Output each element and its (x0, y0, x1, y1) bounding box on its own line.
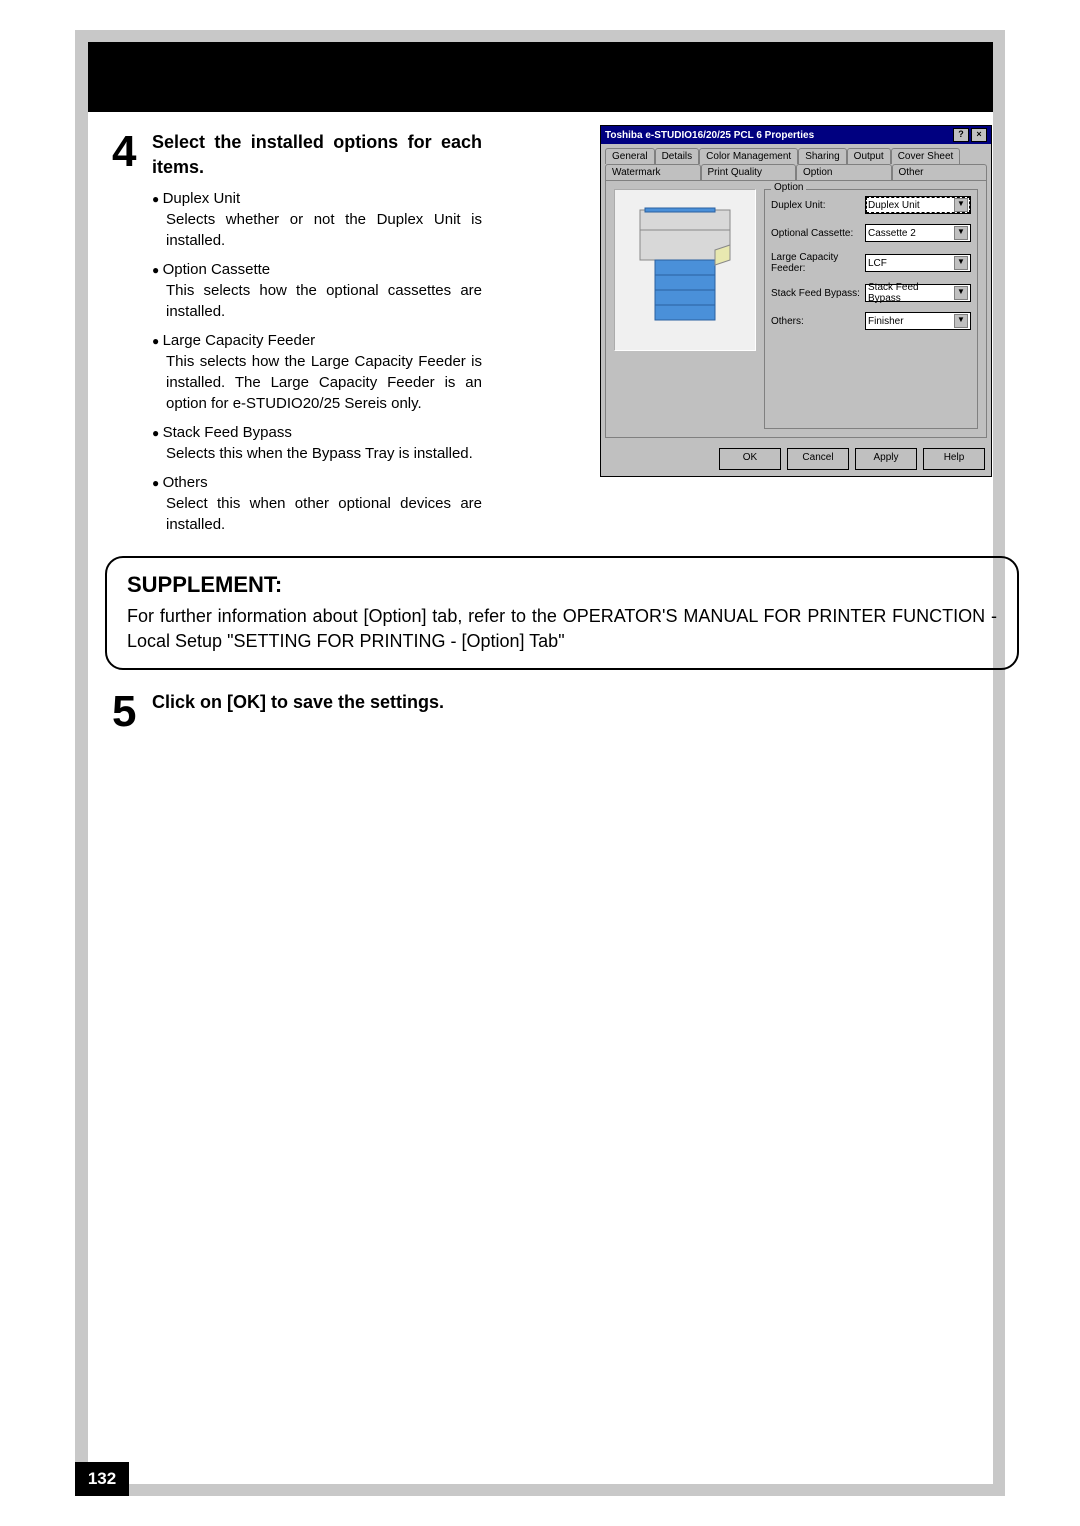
dialog-titlebar: Toshiba e-STUDIO16/20/25 PCL 6 Propertie… (601, 126, 991, 144)
option-label: Stack Feed Bypass: (771, 288, 861, 299)
chevron-down-icon: ▼ (954, 286, 968, 300)
printer-preview (614, 189, 756, 351)
step-number: 5 (112, 690, 142, 734)
header-bar (88, 42, 993, 112)
bullet-desc: Selects whether or not the Duplex Unit i… (166, 209, 482, 251)
cancel-button[interactable]: Cancel (787, 448, 849, 470)
others-select[interactable]: Finisher ▼ (865, 312, 971, 330)
option-row-bypass: Stack Feed Bypass: Stack Feed Bypass ▼ (771, 284, 971, 302)
manual-page: 4 Select the installed options for each … (0, 0, 1080, 1526)
dialog-button-row: OK Cancel Apply Help (601, 442, 991, 476)
select-value: LCF (868, 258, 887, 269)
tab-color-management[interactable]: Color Management (699, 148, 798, 164)
printer-icon (615, 190, 755, 350)
supplement-box: SUPPLEMENT: For further information abou… (105, 556, 1019, 670)
chevron-down-icon: ▼ (954, 226, 968, 240)
dialog-title-text: Toshiba e-STUDIO16/20/25 PCL 6 Propertie… (605, 130, 814, 141)
option-label: Duplex Unit: (771, 200, 861, 211)
step-title: Select the installed options for each it… (152, 130, 482, 180)
bullet-desc: This selects how the Large Capacity Feed… (166, 351, 482, 414)
bullet-item: Option Cassette This selects how the opt… (152, 261, 482, 322)
option-label: Others: (771, 316, 861, 327)
tab-details[interactable]: Details (655, 148, 700, 164)
select-value: Stack Feed Bypass (868, 282, 954, 304)
option-row-duplex: Duplex Unit: Duplex Unit ▼ (771, 196, 971, 214)
apply-button[interactable]: Apply (855, 448, 917, 470)
option-group: Option Duplex Unit: Duplex Unit ▼ Option… (764, 189, 978, 429)
option-row-others: Others: Finisher ▼ (771, 312, 971, 330)
step-body: Select the installed options for each it… (152, 130, 482, 545)
tab-strip: General Details Color Management Sharing… (601, 144, 991, 180)
step-number: 4 (112, 130, 142, 545)
page-number-badge: 132 (75, 1462, 129, 1496)
bullet-list: Duplex Unit Selects whether or not the D… (152, 190, 482, 535)
tab-other[interactable]: Other (892, 164, 988, 180)
option-label: Large Capacity Feeder: (771, 252, 861, 274)
help-button[interactable]: Help (923, 448, 985, 470)
tab-option[interactable]: Option (796, 164, 892, 180)
dialog-body: Option Duplex Unit: Duplex Unit ▼ Option… (605, 180, 987, 438)
large-capacity-feeder-select[interactable]: LCF ▼ (865, 254, 971, 272)
select-value: Cassette 2 (868, 228, 916, 239)
ok-button[interactable]: OK (719, 448, 781, 470)
supplement-body: For further information about [Option] t… (127, 604, 997, 654)
dialog-title-buttons: ? × (953, 128, 987, 142)
bullet-desc: This selects how the optional cassettes … (166, 280, 482, 322)
bullet-item: Stack Feed Bypass Selects this when the … (152, 424, 482, 464)
tab-watermark[interactable]: Watermark (605, 164, 701, 180)
tab-sharing[interactable]: Sharing (798, 148, 846, 164)
bullet-item: Duplex Unit Selects whether or not the D… (152, 190, 482, 251)
tab-output[interactable]: Output (847, 148, 891, 164)
step-body: Click on [OK] to save the settings. (152, 690, 812, 734)
step-title: Click on [OK] to save the settings. (152, 690, 812, 715)
bullet-desc: Select this when other optional devices … (166, 493, 482, 535)
bullet-item: Large Capacity Feeder This selects how t… (152, 332, 482, 414)
chevron-down-icon: ▼ (954, 314, 968, 328)
select-value: Finisher (868, 316, 904, 327)
step-4: 4 Select the installed options for each … (112, 130, 482, 545)
optional-cassette-select[interactable]: Cassette 2 ▼ (865, 224, 971, 242)
option-label: Optional Cassette: (771, 228, 861, 239)
bullet-head: Others (152, 474, 482, 491)
option-row-lcf: Large Capacity Feeder: LCF ▼ (771, 252, 971, 274)
supplement-title: SUPPLEMENT: (127, 572, 997, 598)
bullet-head: Duplex Unit (152, 190, 482, 207)
stack-feed-bypass-select[interactable]: Stack Feed Bypass ▼ (865, 284, 971, 302)
option-row-cassette: Optional Cassette: Cassette 2 ▼ (771, 224, 971, 242)
select-value: Duplex Unit (868, 200, 920, 211)
bullet-head: Stack Feed Bypass (152, 424, 482, 441)
bullet-head: Large Capacity Feeder (152, 332, 482, 349)
help-icon[interactable]: ? (953, 128, 969, 142)
bullet-item: Others Select this when other optional d… (152, 474, 482, 535)
chevron-down-icon: ▼ (954, 198, 968, 212)
tab-cover-sheet[interactable]: Cover Sheet (891, 148, 961, 164)
tab-general[interactable]: General (605, 148, 655, 164)
bullet-desc: Selects this when the Bypass Tray is ins… (166, 443, 482, 464)
close-icon[interactable]: × (971, 128, 987, 142)
chevron-down-icon: ▼ (954, 256, 968, 270)
tab-print-quality[interactable]: Print Quality (701, 164, 797, 180)
step-5: 5 Click on [OK] to save the settings. (112, 690, 812, 734)
properties-dialog: Toshiba e-STUDIO16/20/25 PCL 6 Propertie… (600, 125, 992, 477)
bullet-head: Option Cassette (152, 261, 482, 278)
group-label: Option (771, 182, 806, 193)
duplex-unit-select[interactable]: Duplex Unit ▼ (865, 196, 971, 214)
